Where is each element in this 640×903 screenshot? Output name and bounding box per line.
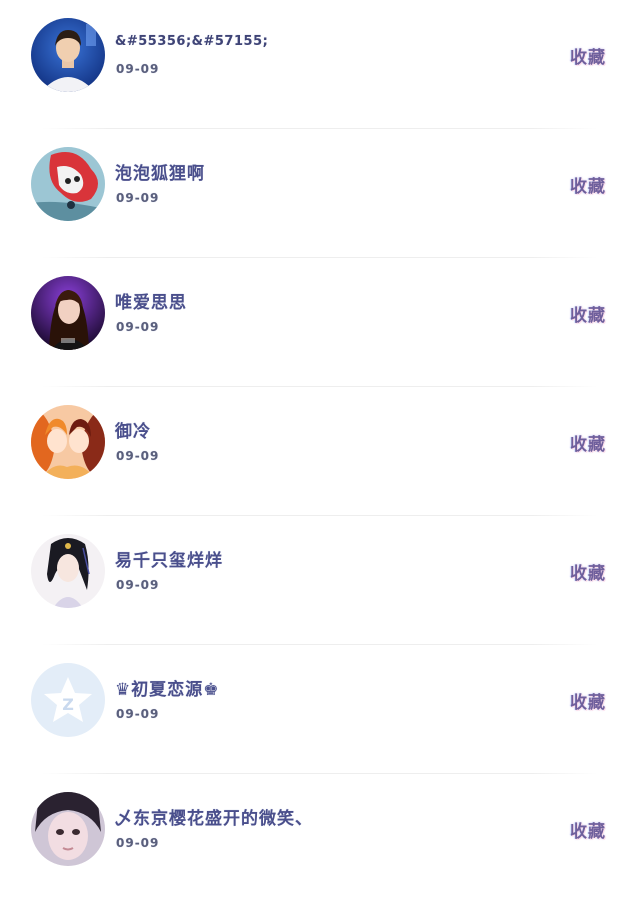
list-item: 易千只玺烊烊 09-09 收藏	[0, 516, 640, 645]
list-item: 御冷 09-09 收藏	[0, 387, 640, 516]
post-date: 09-09	[116, 449, 160, 463]
post-date: 09-09	[116, 578, 160, 592]
list-item: &#55356;&#57155; 09-09 收藏	[0, 0, 640, 129]
post-date: 09-09	[116, 836, 160, 850]
user-name: 易千只玺烊烊	[115, 551, 223, 571]
boy-photo-avatar-icon[interactable]	[31, 18, 105, 92]
comment-list: &#55356;&#57155; 09-09 收藏 泡泡狐狸啊 09-09 收藏	[0, 0, 640, 885]
favorite-button[interactable]: 收藏	[570, 817, 606, 842]
post-date: 09-09	[116, 191, 160, 205]
user-name: 唯爱思思	[115, 293, 187, 313]
girl-selfie-avatar-icon[interactable]	[31, 792, 105, 866]
favorite-button[interactable]: 收藏	[570, 43, 606, 68]
favorite-button[interactable]: 收藏	[570, 688, 606, 713]
post-date: 09-09	[116, 320, 160, 334]
default-star-avatar-icon[interactable]: Z	[31, 663, 105, 737]
list-item: 唯爱思思 09-09 收藏	[0, 258, 640, 387]
ancient-lady-avatar-icon[interactable]	[31, 534, 105, 608]
favorite-button[interactable]: 收藏	[570, 559, 606, 584]
user-name: 泡泡狐狸啊	[115, 164, 205, 184]
user-name: ♛初夏恋源♚	[115, 680, 220, 700]
anime-twins-avatar-icon[interactable]	[31, 405, 105, 479]
list-item: 泡泡狐狸啊 09-09 收藏	[0, 129, 640, 258]
list-item: 乄东京樱花盛开的微笑、 09-09 收藏	[0, 774, 640, 903]
user-name: &#55356;&#57155;	[115, 34, 269, 49]
list-item: Z ♛初夏恋源♚ 09-09 收藏	[0, 645, 640, 774]
svg-text:Z: Z	[62, 695, 74, 714]
user-name: 御冷	[115, 422, 151, 442]
red-cartoon-cat-avatar-icon[interactable]	[31, 147, 105, 221]
favorite-button[interactable]: 收藏	[570, 430, 606, 455]
purple-girl-avatar-icon[interactable]	[31, 276, 105, 350]
favorite-button[interactable]: 收藏	[570, 301, 606, 326]
favorite-button[interactable]: 收藏	[570, 172, 606, 197]
user-name: 乄东京樱花盛开的微笑、	[115, 809, 313, 829]
post-date: 09-09	[116, 62, 160, 76]
post-date: 09-09	[116, 707, 160, 721]
